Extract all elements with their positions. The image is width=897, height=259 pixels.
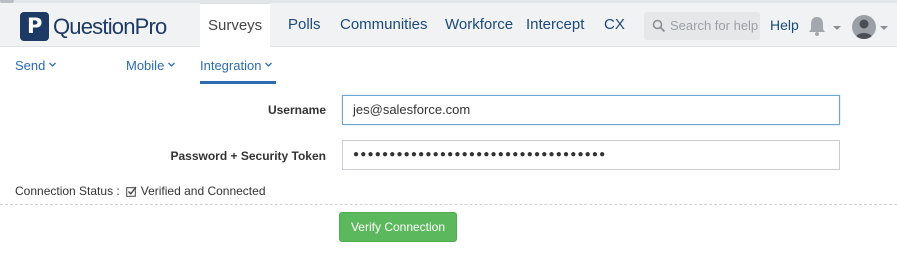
- nav-tab-polls[interactable]: Polls: [288, 3, 321, 47]
- nav-tab-intercept[interactable]: Intercept: [526, 3, 584, 47]
- password-label: Password + Security Token: [170, 149, 326, 163]
- user-avatar-icon[interactable]: [852, 15, 876, 39]
- subnav-active-indicator: [200, 81, 276, 84]
- notifications-chevron-down-icon[interactable]: [833, 26, 841, 30]
- subnav-mobile[interactable]: Mobile: [126, 58, 176, 73]
- chevron-down-icon: [168, 62, 176, 67]
- subnav-integration[interactable]: Integration: [200, 58, 273, 73]
- username-field[interactable]: jes@salesforce.com: [342, 95, 840, 125]
- password-token-field[interactable]: ●●●●●●●●●●●●●●●●●●●●●●●●●●●●●●●●●●●: [342, 140, 840, 170]
- chevron-down-icon: [265, 62, 273, 67]
- nav-tab-cx[interactable]: CX: [604, 3, 625, 47]
- search-placeholder: Search for help: [670, 18, 759, 33]
- username-value: jes@salesforce.com: [353, 102, 471, 117]
- search-icon: [652, 19, 666, 33]
- chevron-down-icon: [49, 62, 57, 67]
- top-header: P QuestionPro Surveys Polls Communities …: [0, 3, 897, 48]
- password-value: ●●●●●●●●●●●●●●●●●●●●●●●●●●●●●●●●●●●: [353, 149, 607, 160]
- nav-tab-communities[interactable]: Communities: [340, 3, 428, 47]
- help-search-input[interactable]: Search for help: [644, 12, 760, 40]
- main-nav: Surveys Polls Communities Workforce Inte…: [0, 3, 640, 48]
- connection-status-value: Verified and Connected: [140, 184, 266, 198]
- subnav-send[interactable]: Send: [15, 58, 57, 73]
- subnav-mobile-label: Mobile: [126, 58, 165, 73]
- connection-status: Connection Status : Verified and Connect…: [15, 184, 266, 198]
- verify-connection-button[interactable]: Verify Connection: [339, 212, 457, 242]
- nav-tab-workforce[interactable]: Workforce: [445, 3, 513, 47]
- username-label: Username: [267, 103, 326, 117]
- user-menu-chevron-down-icon[interactable]: [880, 26, 888, 30]
- connection-status-label: Connection Status :: [15, 184, 120, 198]
- subnav-integration-label: Integration: [200, 58, 262, 73]
- bell-icon[interactable]: [806, 15, 828, 37]
- checkbox-checked-icon: [125, 186, 137, 197]
- section-divider: [0, 204, 897, 205]
- subnav-send-label: Send: [15, 58, 46, 73]
- nav-tab-surveys[interactable]: Surveys: [200, 3, 271, 48]
- help-link[interactable]: Help: [770, 3, 799, 47]
